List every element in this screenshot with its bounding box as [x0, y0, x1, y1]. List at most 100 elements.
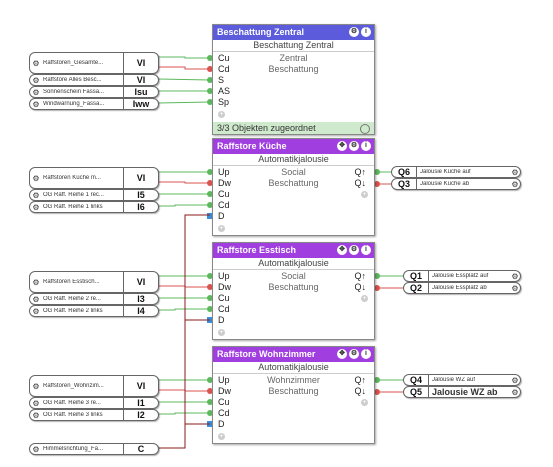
input-name: OG Raff. Reihe 3 re... — [43, 400, 101, 406]
gear-icon: ⚙ — [511, 179, 519, 189]
move-icon[interactable]: ✥ — [337, 245, 347, 255]
block-title: Raffstore Wohnzimmer — [217, 349, 316, 359]
input-label: D — [218, 315, 225, 325]
output-ref[interactable]: Q5 Jalousie WZ ab ⚙ — [403, 386, 521, 398]
output-tag: Q3 — [392, 179, 417, 189]
input-ref[interactable]: ⚙ OG Raff. Reihe 1 rec... I5 — [29, 189, 159, 201]
wire-cd — [158, 66, 210, 70]
output-label: Q↑ — [354, 271, 366, 281]
input-name: Raffstore Alles Besc... — [43, 77, 102, 83]
center-text: Beschattung — [268, 64, 319, 74]
wire-dw — [158, 285, 210, 288]
output-name: Jalousie WZ ab — [432, 387, 498, 397]
input-ref[interactable]: ⚙ Raffstore Alles Besc... VI — [29, 74, 159, 86]
input-tag: I4 — [123, 306, 158, 316]
gear-icon: ⚙ — [511, 375, 519, 385]
input-label: Cu — [218, 189, 230, 199]
output-tag: Q4 — [404, 375, 429, 385]
block-header: Raffstore Wohnzimmer ✥ ⚙ i — [213, 347, 374, 362]
info-icon[interactable]: i — [361, 349, 371, 359]
input-ref[interactable]: ⚙ Sonnenschein Fassa... Isu — [29, 86, 159, 98]
gear-icon[interactable]: ⚙ — [349, 27, 359, 37]
wire-cd — [158, 412, 210, 415]
output-label: Q↓ — [354, 282, 366, 292]
input-ref[interactable]: ⚙ OG Raff. Reihe 2 re... I3 — [29, 293, 159, 305]
wire-s — [157, 78, 211, 81]
input-name: OG Raff. Reihe 1 rec... — [43, 192, 104, 198]
add-output-icon[interactable]: + — [361, 399, 368, 406]
add-output-icon[interactable]: + — [361, 191, 368, 198]
output-name: Jalousie Küche ab — [420, 181, 470, 187]
info-icon[interactable]: i — [361, 27, 371, 37]
output-ref[interactable]: Q1 Jalousie Essplatz auf ⚙ — [403, 270, 521, 282]
gear-icon: ⚙ — [32, 410, 40, 420]
input-tag: I3 — [123, 294, 158, 304]
wire-cd — [158, 204, 210, 207]
input-label: Cd — [218, 408, 230, 418]
add-output-icon[interactable]: + — [361, 295, 368, 302]
input-ref[interactable]: ⚙ Raffstoren_Gesamte... VI — [29, 52, 159, 74]
add-input-icon[interactable]: + — [218, 329, 225, 336]
output-ref[interactable]: Q3 Jalousie Küche ab ⚙ — [391, 178, 521, 190]
input-ref[interactable]: ⚙ Raffstoren Esstisch... VI — [29, 271, 159, 293]
block-title: Raffstore Esstisch — [217, 245, 297, 255]
input-ref[interactable]: ⚙ OG Raff. Reihe 3 re... I1 — [29, 397, 159, 409]
info-icon[interactable]: i — [361, 141, 371, 151]
add-input-icon[interactable]: + — [218, 433, 225, 440]
block-raffstore-wohnzimmer[interactable]: Raffstore Wohnzimmer ✥ ⚙ i Automatikjalous… — [212, 346, 375, 444]
input-ref[interactable]: ⚙ OG Raff. Reihe 3 links I2 — [29, 409, 159, 421]
input-tag: I5 — [123, 190, 158, 200]
block-title: Beschattung Zentral — [217, 27, 305, 37]
input-ref[interactable]: ⚙ OG Raff. Reihe 1 links I6 — [29, 201, 159, 213]
block-raffstore-kueche[interactable]: Raffstore Küche ✥ ⚙ i Automatikjalousie Up… — [212, 138, 375, 236]
input-label: D — [218, 211, 225, 221]
wire-dw — [158, 181, 210, 184]
gear-icon: ⚙ — [32, 75, 40, 85]
add-input-icon[interactable]: + — [218, 225, 225, 232]
gear-icon: ⚙ — [32, 398, 40, 408]
center-text: Beschattung — [268, 386, 319, 396]
input-label: Cd — [218, 304, 230, 314]
output-ref[interactable]: Q2 Jalousie Essplatz ab ⚙ — [403, 282, 521, 294]
block-raffstore-esstisch[interactable]: Raffstore Esstisch ✥ ⚙ i Automatikjalousie… — [212, 242, 375, 340]
add-input-icon[interactable]: + — [218, 111, 225, 118]
output-ref[interactable]: Q6 Jalousie Küche auf ⚙ — [391, 166, 521, 178]
move-icon[interactable]: ✥ — [337, 349, 347, 359]
input-ref[interactable]: ⚙ Himmelsrichtung_Fa... C — [29, 443, 159, 455]
input-label: S — [218, 75, 225, 85]
input-ref[interactable]: ⚙ Windwarnung_Fassa... Iww — [29, 98, 159, 110]
output-label: Q↑ — [354, 167, 366, 177]
gear-icon[interactable]: ⚙ — [349, 141, 359, 151]
output-label: Q↓ — [354, 178, 366, 188]
input-ref[interactable]: ⚙ Raffstoren Küche m... VI — [29, 167, 159, 189]
block-beschattung-zentral[interactable]: Beschattung Zentral ⚙ i Beschattung Zentr… — [212, 24, 375, 135]
input-tag: Iww — [123, 99, 158, 109]
input-name: Raffstoren_Wohnzim... — [43, 383, 104, 389]
center-text: Wohnzimmer — [267, 375, 320, 385]
input-label: Cu — [218, 397, 230, 407]
block-subtitle: Automatikjalousie — [213, 154, 374, 166]
gear-icon[interactable]: ⚙ — [349, 245, 359, 255]
gear-icon: ⚙ — [32, 277, 40, 287]
input-tag: VI — [123, 75, 158, 85]
input-ref[interactable]: ⚙ Raffstoren_Wohnzim... VI — [29, 375, 159, 397]
input-ref[interactable]: ⚙ OG Raff. Reihe 2 links I4 — [29, 305, 159, 317]
output-tag: Q2 — [404, 283, 429, 293]
status-bar: 3/3 Objekten zugeordnet — [213, 122, 374, 134]
move-icon[interactable]: ✥ — [337, 141, 347, 151]
input-name: Raffstoren Esstisch... — [43, 279, 100, 285]
gear-icon[interactable]: ⚙ — [349, 349, 359, 359]
output-ref[interactable]: Q4 Jalousie WZ auf ⚙ — [403, 374, 521, 386]
block-title: Raffstore Küche — [217, 141, 287, 151]
gear-icon: ⚙ — [511, 387, 519, 397]
output-label: Q↑ — [354, 375, 366, 385]
output-tag: Q1 — [404, 271, 429, 281]
input-name: Sonnenschein Fassa... — [43, 89, 105, 95]
input-name: Windwarnung_Fassa... — [43, 101, 105, 107]
info-icon[interactable]: i — [361, 245, 371, 255]
input-label: Sp — [218, 97, 230, 107]
status-text: 3/3 Objekten zugeordnet — [217, 123, 316, 133]
wire-cd — [158, 308, 210, 311]
input-tag: I2 — [123, 410, 158, 420]
block-header: Raffstore Küche ✥ ⚙ i — [213, 139, 374, 154]
